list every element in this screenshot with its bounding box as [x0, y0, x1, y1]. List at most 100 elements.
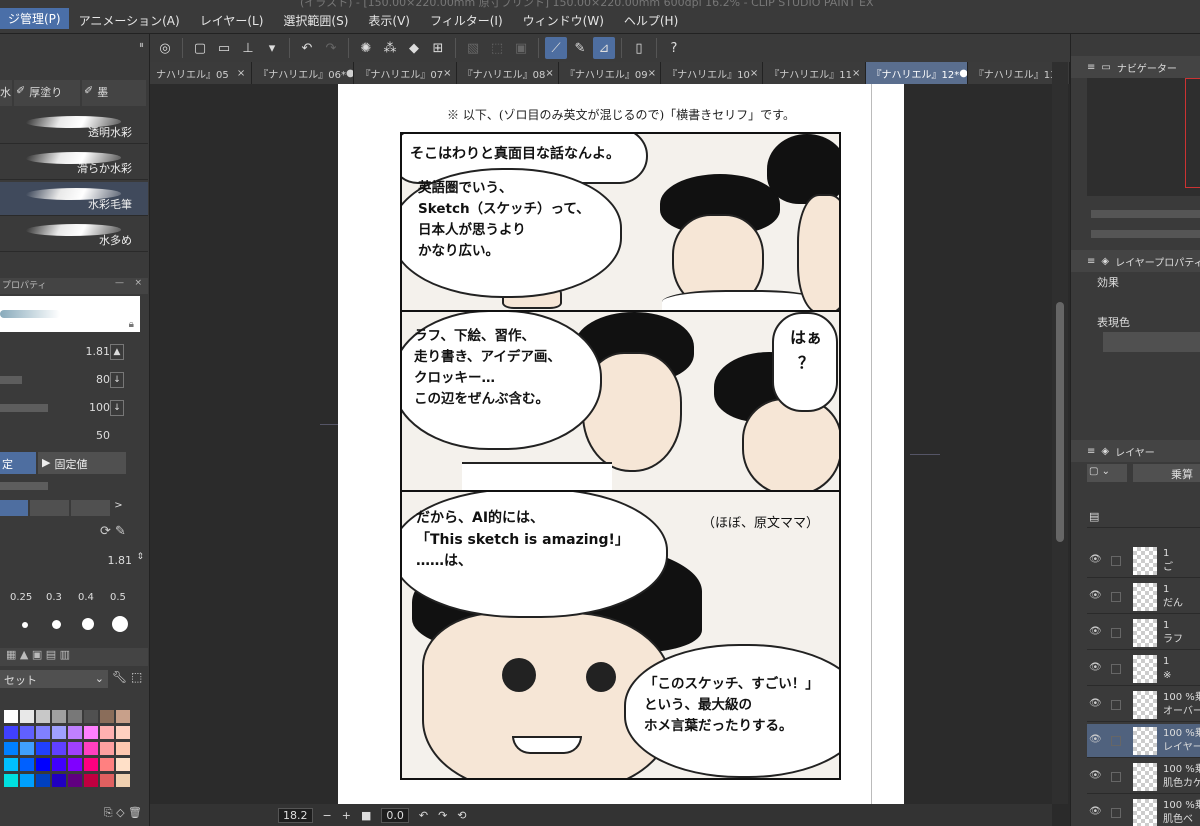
color-swatch[interactable]: [52, 710, 66, 723]
expression-color-select[interactable]: [1103, 332, 1200, 352]
tab-document-2[interactable]: 『ナハリエル』07 ×: [354, 62, 457, 84]
selection-grow-icon[interactable]: ▣: [510, 37, 532, 59]
eye-icon[interactable]: 👁︎: [1089, 806, 1102, 817]
speech-bubble[interactable]: だから、AI的には、 「This sketch is amazing!」 ……は…: [402, 492, 668, 618]
color-swatch[interactable]: [68, 726, 82, 739]
brush-item-transparent-watercolor[interactable]: 透明水彩: [0, 110, 148, 144]
tab-ink[interactable]: ✐ 墨: [82, 80, 146, 106]
clip-studio-icon[interactable]: ◎: [154, 37, 176, 59]
color-swatch[interactable]: [100, 742, 114, 755]
layer-row[interactable]: 👁︎ 100 %乗 レイヤー: [1087, 724, 1200, 758]
menu-animation[interactable]: アニメーション(A): [69, 12, 190, 29]
panel-menu-icon[interactable]: ⏸: [139, 40, 144, 51]
undo-icon[interactable]: ↶: [296, 37, 318, 59]
color-swatch[interactable]: [4, 710, 18, 723]
slider-bar[interactable]: [0, 376, 22, 384]
brush-item-smooth-watercolor[interactable]: 滑らか水彩: [0, 146, 148, 180]
rotate-right-icon[interactable]: ↷: [438, 809, 447, 822]
brush-item-watercolor-brush[interactable]: 水彩毛筆: [0, 182, 148, 216]
eye-icon[interactable]: 👁︎: [1089, 626, 1102, 637]
palette-tabs[interactable]: ▦ ▲ ▣ ▤ ▥: [0, 648, 148, 666]
pressure-icon[interactable]: ↓: [110, 372, 124, 388]
size-preset[interactable]: 0.4: [78, 592, 94, 603]
size-dot[interactable]: [112, 616, 128, 632]
selection-off-icon[interactable]: ▧: [462, 37, 484, 59]
color-swatch[interactable]: [36, 726, 50, 739]
size-preset[interactable]: 0.3: [46, 592, 62, 603]
modified-dot-icon[interactable]: ●: [346, 68, 353, 79]
tab-watercolor[interactable]: 水: [0, 80, 12, 106]
modified-dot-icon[interactable]: ●: [959, 68, 966, 79]
close-icon[interactable]: ×: [750, 68, 758, 79]
fill-bucket-icon[interactable]: ◆: [403, 37, 425, 59]
reset-rotation-icon[interactable]: ⟲: [457, 809, 466, 822]
brush-snap-icon[interactable]: ✎: [569, 37, 591, 59]
menu-icon[interactable]: ≡: [1087, 62, 1095, 73]
eye-icon[interactable]: 👁︎: [1089, 734, 1102, 745]
layer-row[interactable]: 👁︎ 100 %乗 肌色ベ: [1087, 796, 1200, 826]
color-swatch[interactable]: [20, 710, 34, 723]
speech-bubble[interactable]: 「このスケッチ、すごい！」 という、最大級の ホメ言葉だったりする。: [624, 644, 839, 778]
ruler-snap-icon[interactable]: ⟋: [545, 37, 567, 59]
color-set-select[interactable]: セット ⌄: [0, 670, 108, 688]
layer-row[interactable]: 👁︎ 1 ご: [1087, 544, 1200, 578]
settings-icon[interactable]: ⟳ ✎: [100, 524, 126, 539]
color-swatch[interactable]: [4, 742, 18, 755]
texture-option[interactable]: [70, 500, 111, 516]
canvas-area[interactable]: ※ 以下、(ゾロ目のみ英文が混じるので)「横書きセリフ」です。 そこはわりと真面…: [150, 84, 1052, 804]
tab-document-0[interactable]: ナハリエル』05 ×: [150, 62, 253, 84]
menu-page-management[interactable]: ジ管理(P): [0, 8, 69, 29]
color-swatch[interactable]: [68, 742, 82, 755]
color-swatch[interactable]: [68, 710, 82, 723]
view-frame[interactable]: [1185, 78, 1200, 188]
color-swatch[interactable]: [116, 710, 130, 723]
color-swatch[interactable]: [36, 742, 50, 755]
size-dot[interactable]: [82, 618, 94, 630]
color-swatch[interactable]: [84, 774, 98, 787]
size-dot[interactable]: [22, 622, 28, 628]
manga-panel-1[interactable]: そこはわりと真面目な話なんよ。 英語圏でいう、 Sketch（スケッチ）って、 …: [400, 132, 841, 312]
layer-row[interactable]: 👁︎ 100 %乗 肌色カゲ: [1087, 760, 1200, 794]
fixed-toggle-button[interactable]: 定: [0, 452, 36, 474]
scrollbar-thumb[interactable]: [1056, 302, 1064, 542]
eye-icon[interactable]: 👁︎: [1089, 590, 1102, 601]
color-swatch[interactable]: [52, 758, 66, 771]
color-swatch[interactable]: [116, 742, 130, 755]
color-swatch[interactable]: [52, 774, 66, 787]
speech-bubble[interactable]: はぁ ？: [772, 312, 838, 412]
size-preset[interactable]: 0.5: [110, 592, 126, 603]
close-icon[interactable]: ×: [852, 68, 860, 79]
color-swatch[interactable]: [84, 726, 98, 739]
rotation-field[interactable]: 0.0: [381, 807, 409, 823]
color-swatch[interactable]: [84, 758, 98, 771]
color-swatch[interactable]: [84, 710, 98, 723]
navigator-zoom-slider[interactable]: [1091, 210, 1200, 218]
palette-footer-icons[interactable]: ⎘ ◇ 🗑︎: [0, 806, 148, 826]
close-icon[interactable]: ×: [545, 68, 553, 79]
close-icon[interactable]: ×: [648, 68, 656, 79]
wrench-icon[interactable]: 🔧︎ ⬚: [112, 670, 142, 684]
layer-settings-icon[interactable]: ▤: [1089, 510, 1099, 523]
smartphone-icon[interactable]: ▯: [628, 37, 650, 59]
eye-icon[interactable]: 👁︎: [1089, 698, 1102, 709]
layer-lock-checkbox[interactable]: [1111, 592, 1121, 602]
color-swatch[interactable]: [116, 774, 130, 787]
eye-icon[interactable]: 👁︎: [1089, 554, 1102, 565]
stepper-icon[interactable]: ⇕: [136, 552, 144, 562]
loading-icon[interactable]: ✺: [355, 37, 377, 59]
layer-lock-checkbox[interactable]: [1111, 736, 1121, 746]
open-folder-icon[interactable]: ▭: [213, 37, 235, 59]
brush-size-row[interactable]: 1.81 ▲: [0, 342, 140, 364]
slider-bar[interactable]: [0, 482, 48, 490]
chevron-right-icon[interactable]: >: [114, 500, 126, 516]
rotate-left-icon[interactable]: ↶: [419, 809, 428, 822]
speech-bubble[interactable]: ラフ、下絵、習作、 走り書き、アイデア画、 クロッキー… この辺をぜんぶ含む。: [402, 312, 602, 450]
size-preset[interactable]: 0.25: [10, 592, 32, 603]
new-file-icon[interactable]: ▢: [189, 37, 211, 59]
color-swatch[interactable]: [52, 726, 66, 739]
zoom-in-icon[interactable]: +: [342, 809, 351, 822]
color-swatch[interactable]: [20, 758, 34, 771]
pressure-icon[interactable]: ↓: [110, 400, 124, 416]
close-icon[interactable]: ×: [443, 68, 451, 79]
texture-selector[interactable]: >: [0, 500, 126, 516]
